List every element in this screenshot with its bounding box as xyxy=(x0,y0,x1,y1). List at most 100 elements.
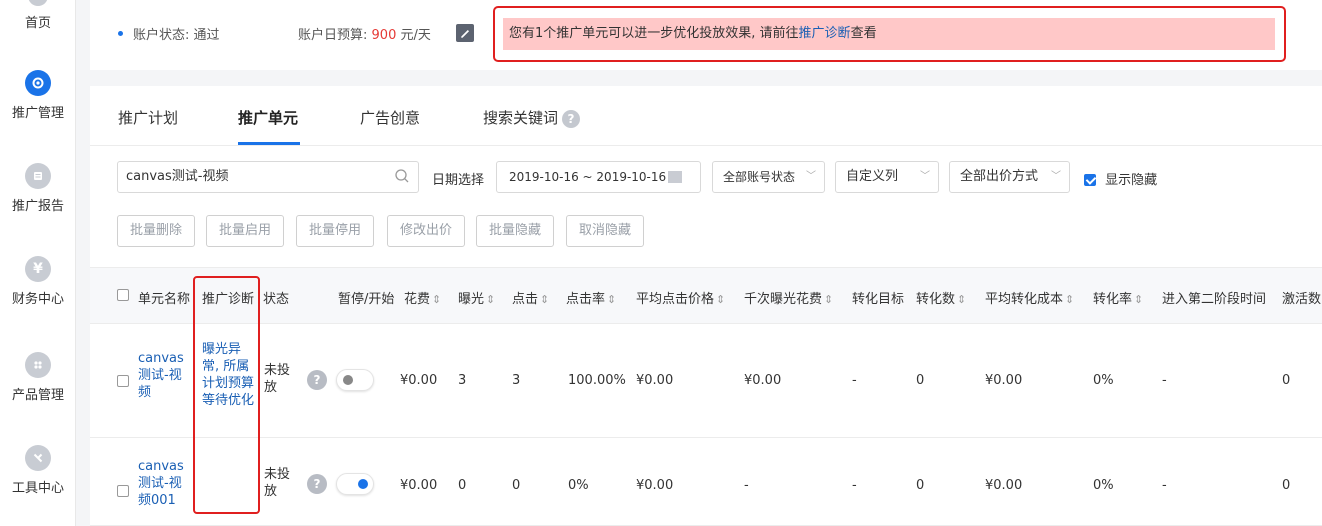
cell-activations: 0 xyxy=(1282,478,1291,493)
diagnosis-alert: 您有1个推广单元可以进一步优化投放效果, 请前往推广诊断查看 xyxy=(503,18,1275,50)
sort-icon[interactable]: ⇕ xyxy=(607,293,616,306)
diagnosis-text[interactable]: 曝光异 常, 所属 计划预算 等待优化 xyxy=(202,341,254,409)
tab-creatives[interactable]: 广告创意 xyxy=(360,107,420,128)
column-header-impressions[interactable]: 曝光 ⇕ xyxy=(458,288,495,307)
sidebar-item-tools[interactable]: 工具中心 xyxy=(0,445,76,496)
cell-impressions: 3 xyxy=(458,373,467,388)
cell-phase2-time: - xyxy=(1162,373,1167,388)
sort-icon[interactable]: ⇕ xyxy=(957,293,966,306)
row-checkbox[interactable] xyxy=(117,484,129,499)
cell-avg-conversion-cost: ¥0.00 xyxy=(985,373,1023,388)
promotion-icon xyxy=(25,70,51,96)
sort-icon[interactable]: ⇕ xyxy=(1134,293,1143,306)
column-header-pause-start: 暂停/开始 xyxy=(338,292,395,307)
help-icon[interactable]: ? xyxy=(562,109,581,128)
unhide-button[interactable]: 取消隐藏 xyxy=(566,215,645,247)
status-help-icon[interactable]: ? xyxy=(307,474,327,494)
cell-cost: ¥0.00 xyxy=(400,478,438,493)
sort-icon[interactable]: ⇕ xyxy=(432,293,441,306)
unit-name-link[interactable]: canvas 测试-视 频 xyxy=(138,350,184,401)
column-header-avg-click-price[interactable]: 平均点击价格 ⇕ xyxy=(636,288,725,307)
select-all[interactable] xyxy=(117,288,129,303)
batch-delete-button[interactable]: 批量删除 xyxy=(117,215,196,247)
account-status-select[interactable]: 全部账号状态 ﹀ xyxy=(712,161,825,193)
switch-knob xyxy=(358,479,368,489)
column-header-activations: 激活数 xyxy=(1282,292,1322,307)
custom-columns-select[interactable]: 自定义列 ﹀ xyxy=(835,161,939,193)
tab-search-keywords[interactable]: 搜索关键词? xyxy=(483,107,581,128)
cell-cpm: ¥0.00 xyxy=(744,373,782,388)
tab-ad-units[interactable]: 推广单元 xyxy=(238,107,298,128)
chevron-down-icon: ﹀ xyxy=(1051,171,1061,182)
yen-icon: ¥ xyxy=(25,256,51,282)
cell-conversion-target: - xyxy=(852,478,857,493)
column-header-ctr[interactable]: 点击率 ⇕ xyxy=(566,288,616,307)
batch-pause-button[interactable]: 批量停用 xyxy=(296,215,375,247)
cell-avg-conversion-cost: ¥0.00 xyxy=(985,478,1023,493)
pause-start-switch[interactable] xyxy=(336,369,374,391)
column-header-avg-conversion-cost[interactable]: 平均转化成本 ⇕ xyxy=(985,288,1074,307)
tab-campaigns[interactable]: 推广计划 xyxy=(118,107,178,128)
batch-hide-button[interactable]: 批量隐藏 xyxy=(476,215,555,247)
home-icon xyxy=(28,0,48,6)
sidebar-item-report[interactable]: 推广报告 xyxy=(0,163,76,214)
cell-conversion-rate: 0% xyxy=(1093,478,1114,493)
table-row: canvas 测试-视 频001 未投 放 ? ¥0.00 0 0 0% ¥0.… xyxy=(90,438,1322,526)
search-input[interactable]: canvas测试-视频 xyxy=(117,161,419,193)
sidebar-item-label: 推广报告 xyxy=(11,199,64,214)
cell-cpm: - xyxy=(744,478,749,493)
bid-method-select[interactable]: 全部出价方式 ﹀ xyxy=(949,161,1070,193)
edit-budget-button[interactable] xyxy=(456,24,474,42)
column-header-status: 状态 xyxy=(263,292,290,307)
account-status-bar: 账户状态: 通过 账户日预算: 900 元/天 您有1个推广单元可以进一步优化投… xyxy=(90,0,1322,70)
sort-icon[interactable]: ⇕ xyxy=(540,293,549,306)
daily-budget: 账户日预算: 900 元/天 xyxy=(298,28,431,43)
modify-bid-button[interactable]: 修改出价 xyxy=(387,215,466,247)
column-header-conversions[interactable]: 转化数 ⇕ xyxy=(916,288,966,307)
column-header-cost[interactable]: 花费 ⇕ xyxy=(404,288,441,307)
cell-phase2-time: - xyxy=(1162,478,1167,493)
cell-clicks: 0 xyxy=(512,478,521,493)
table-row: canvas 测试-视 频 曝光异 常, 所属 计划预算 等待优化 未投 放 ?… xyxy=(90,324,1322,438)
unit-name-link[interactable]: canvas 测试-视 频001 xyxy=(138,458,184,509)
diagnosis-link[interactable]: 推广诊断 xyxy=(799,26,851,41)
pause-start-switch[interactable] xyxy=(336,473,374,495)
sidebar-item-product[interactable]: 产品管理 xyxy=(0,352,76,403)
sidebar-item-finance[interactable]: ¥ 财务中心 xyxy=(0,256,76,307)
row-checkbox[interactable] xyxy=(117,374,129,389)
search-icon[interactable] xyxy=(394,168,410,184)
product-icon xyxy=(25,352,51,378)
chevron-down-icon: ﹀ xyxy=(920,171,930,182)
column-header-cpm[interactable]: 千次曝光花费 ⇕ xyxy=(744,288,833,307)
sort-icon[interactable]: ⇕ xyxy=(824,293,833,306)
main-panel: 推广计划 推广单元 广告创意 搜索关键词? canvas测试-视频 日期选择 2… xyxy=(90,86,1322,526)
column-header-conversion-rate[interactable]: 转化率 ⇕ xyxy=(1093,288,1143,307)
calendar-icon xyxy=(668,170,683,183)
select-all-checkbox[interactable] xyxy=(117,288,129,301)
status-help-icon[interactable]: ? xyxy=(307,370,327,390)
account-status: 账户状态: 通过 xyxy=(118,24,220,43)
cell-activations: 0 xyxy=(1282,373,1291,388)
sort-icon[interactable]: ⇕ xyxy=(486,293,495,306)
cell-avg-click-price: ¥0.00 xyxy=(636,478,674,493)
sort-icon[interactable]: ⇕ xyxy=(716,293,725,306)
sidebar-item-label: 工具中心 xyxy=(11,481,64,496)
tools-icon xyxy=(25,445,51,471)
date-range-picker[interactable]: 2019-10-16 ~ 2019-10-16 xyxy=(496,161,701,193)
unit-status: 未投 放 xyxy=(264,363,291,395)
batch-enable-button[interactable]: 批量启用 xyxy=(206,215,285,247)
sidebar-item-promotion[interactable]: 推广管理 xyxy=(0,70,76,121)
column-header-clicks[interactable]: 点击 ⇕ xyxy=(512,288,549,307)
sidebar-item-label: 财务中心 xyxy=(11,292,64,307)
switch-knob xyxy=(343,375,353,385)
cell-impressions: 0 xyxy=(458,478,467,493)
sidebar: 首页 推广管理 推广报告 ¥ 财务中心 产品管理 工具中心 xyxy=(0,0,76,526)
report-icon xyxy=(25,163,51,189)
sidebar-item-home[interactable]: 首页 xyxy=(0,0,76,31)
sort-icon[interactable]: ⇕ xyxy=(1065,293,1074,306)
sidebar-item-label: 产品管理 xyxy=(11,388,64,403)
show-hidden-toggle[interactable]: 显示隐藏 xyxy=(1084,169,1157,188)
unit-status: 未投 放 xyxy=(264,467,291,499)
cell-ctr: 0% xyxy=(568,478,589,493)
show-hidden-checkbox[interactable] xyxy=(1084,173,1096,186)
